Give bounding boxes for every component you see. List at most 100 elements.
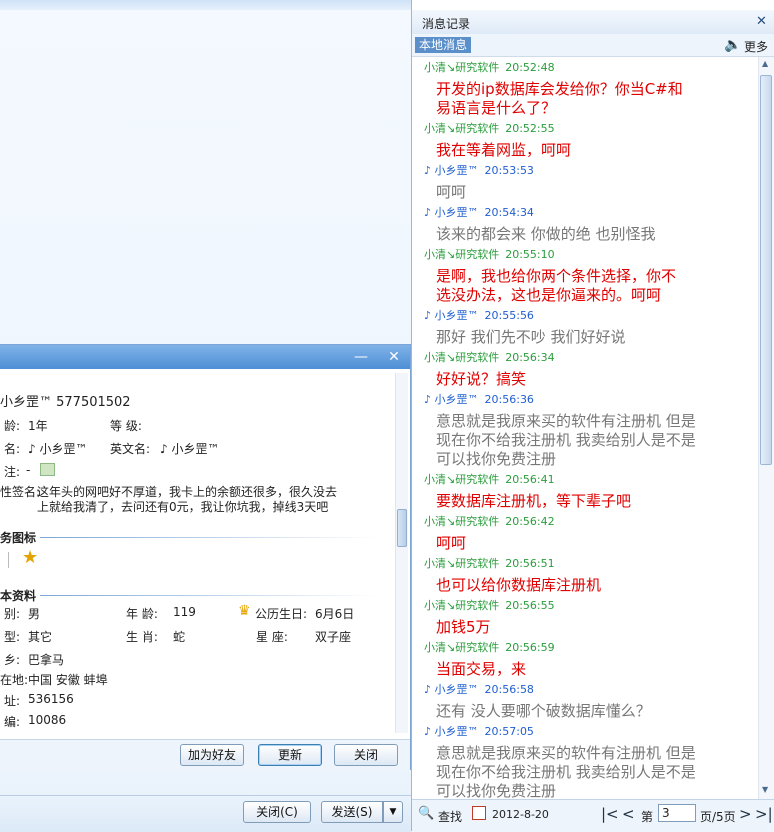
add-friend-button[interactable]: 加为好友 [180,744,244,766]
signature-label: 性签名: [0,485,41,499]
message-text-line: 当面交易，来 [436,660,527,678]
message-time: 20:52:55 [505,122,555,135]
close-dialog-button[interactable]: 关闭 [334,744,398,766]
message-header: ♪ 小乡罡™ 20:57:05 [424,724,534,740]
chat-input-toolbar: 关闭(C) 发送(S) ▼ [0,795,411,832]
address-label: 址: [4,694,21,708]
message-time: 20:53:53 [484,164,534,177]
message-sender: 小清↘研究软件 [424,351,500,364]
message-text-line: 我在等着网监，呵呵 [436,141,572,159]
message-time: 20:56:55 [505,599,555,612]
message-sender: ♪ 小乡罡™ [424,164,479,177]
search-label[interactable]: 查找 [438,808,462,825]
message-text-line: 也可以给你数据库注册机 [436,576,602,594]
message-sender: 小清↘研究软件 [424,473,500,486]
message-sender: ♪ 小乡罡™ [424,683,479,696]
last-page-icon[interactable]: >| [755,805,773,823]
message-header: 小清↘研究软件 20:56:41 [424,472,555,488]
section-divider [40,595,380,596]
message-header: ♪ 小乡罡™ 20:56:58 [424,682,534,698]
message-header: 小清↘研究软件 20:56:42 [424,514,555,530]
message-text-line: 呵呵 [436,183,467,201]
age-label: 龄: [4,419,21,433]
message-time: 20:54:34 [484,206,534,219]
message-body: 那好 我们先不吵 我们好好说 [436,328,736,347]
next-page-icon[interactable]: > [739,805,752,823]
message-sender: ♪ 小乡罡™ [424,393,479,406]
message-text-line: 易语言是什么了？ [436,99,557,117]
history-footer: 🔍 查找 2012-8-20 |< < 第 3 页/5页 > >| [412,799,774,832]
send-button[interactable]: 发送(S) [321,801,383,823]
prev-page-icon[interactable]: < [622,805,635,823]
calendar-icon[interactable] [472,806,486,820]
star-icon[interactable]: ★ [22,547,38,568]
message-body: 加钱5万 [436,618,736,637]
message-text-line: 是啊，我也给你两个条件选择，你不 [436,267,677,285]
profile-name-number: 小乡罡™ 577501502 [0,395,131,410]
profile-dialog: — ✕ 小乡罡™ 577501502 龄: 1年 等 级: 名: ♪ 小乡罡™ … [0,344,411,771]
blood-value: 其它 [28,630,53,644]
tab-local-messages[interactable]: 本地消息 [415,37,472,53]
first-page-icon[interactable]: |< [601,805,619,823]
message-list: 小清↘研究软件 20:52:48 开发的ip数据库会发给你？你当C#和 易语言是什么了… [412,57,758,799]
message-body: 意思就是我原来买的软件有注册机 但是 现在你不给我注册机 我卖给别人是不是 可以找你… [436,412,736,469]
age-value: 1年 [28,419,48,433]
more-button[interactable]: 更多 [744,38,768,55]
scroll-up-arrow-icon[interactable]: ▲ [762,59,768,68]
message-body: 呵呵 [436,534,736,553]
page-suffix: 页/5页 [700,810,736,824]
history-tabbar: 本地消息 🔈 更多 [412,34,774,57]
level-label: 等 级: [110,419,142,433]
search-icon[interactable]: 🔍 [418,806,434,821]
dialog-close-button[interactable]: ✕ [383,348,405,366]
message-header: 小清↘研究软件 20:56:51 [424,556,555,572]
message-header: 小清↘研究软件 20:56:34 [424,350,555,366]
update-button[interactable]: 更新 [258,744,322,766]
profile-scroll-thumb[interactable] [397,509,407,547]
page-input[interactable]: 3 [658,804,696,822]
constellation-label: 星 座: [256,630,288,644]
message-text-line: 可以找你免费注册 [436,450,557,468]
message-header: 小清↘研究软件 20:52:48 [424,60,555,76]
age2-value: 119 [173,605,196,619]
send-options-dropdown[interactable]: ▼ [383,801,403,823]
nickname-label: 名: [4,442,21,456]
history-scroll-thumb[interactable] [760,75,772,465]
message-time: 20:56:58 [484,683,534,696]
chat-window-header-strip [0,0,411,10]
note-value: - [26,463,31,477]
message-body: 开发的ip数据库会发给你？你当C#和 易语言是什么了？ [436,80,736,118]
history-date[interactable]: 2012-8-20 [492,808,549,821]
message-time: 20:56:36 [484,393,534,406]
history-scrollbar[interactable]: ▲ ▼ [758,57,774,799]
profile-body: 小乡罡™ 577501502 龄: 1年 等 级: 名: ♪ 小乡罡™ 英文名:… [0,369,396,739]
nickname-value: ♪ 小乡罡™ [28,442,88,456]
history-header: 消息记录 ✕ [412,10,774,34]
hometown-label: 乡: [4,653,21,667]
profile-dialog-titlebar[interactable]: — ✕ [0,345,410,369]
history-close-button[interactable]: ✕ [756,14,767,29]
zip-value: 10086 [28,713,67,727]
message-sender: ♪ 小乡罡™ [424,725,479,738]
message-text-line: 还有 没人要哪个破数据库懂么？ [436,702,651,720]
profile-scrollbar[interactable] [395,373,408,733]
message-time: 20:56:59 [505,641,555,654]
message-body: 意思就是我原来买的软件有注册机 但是 现在你不给我注册机 我卖给别人是不是 可以找你… [436,744,736,799]
profile-dialog-footer: 加为好友 更新 关闭 [0,739,410,771]
scroll-down-arrow-icon[interactable]: ▼ [762,785,768,794]
message-header: ♪ 小乡罡™ 20:53:53 [424,163,534,179]
minimize-button[interactable]: — [350,348,372,366]
message-sender: 小清↘研究软件 [424,61,500,74]
zip-label: 编: [4,715,21,729]
message-sender: 小清↘研究软件 [424,515,500,528]
speaker-icon[interactable]: 🔈 [724,37,741,53]
english-name-value: ♪ 小乡罡™ [160,442,220,456]
address-value: 536156 [28,692,74,706]
message-sender: 小清↘研究软件 [424,557,500,570]
edit-note-icon[interactable] [40,463,55,476]
message-history-panel: 消息记录 ✕ 本地消息 🔈 更多 小清↘研究软件 20:52:48 开发的ip数据库… [411,0,774,832]
chat-close-button[interactable]: 关闭(C) [243,801,311,823]
message-text-line: 要数据库注册机，等下辈子吧 [436,492,632,510]
message-time: 20:52:48 [505,61,555,74]
message-text-line: 可以找你免费注册 [436,782,557,799]
